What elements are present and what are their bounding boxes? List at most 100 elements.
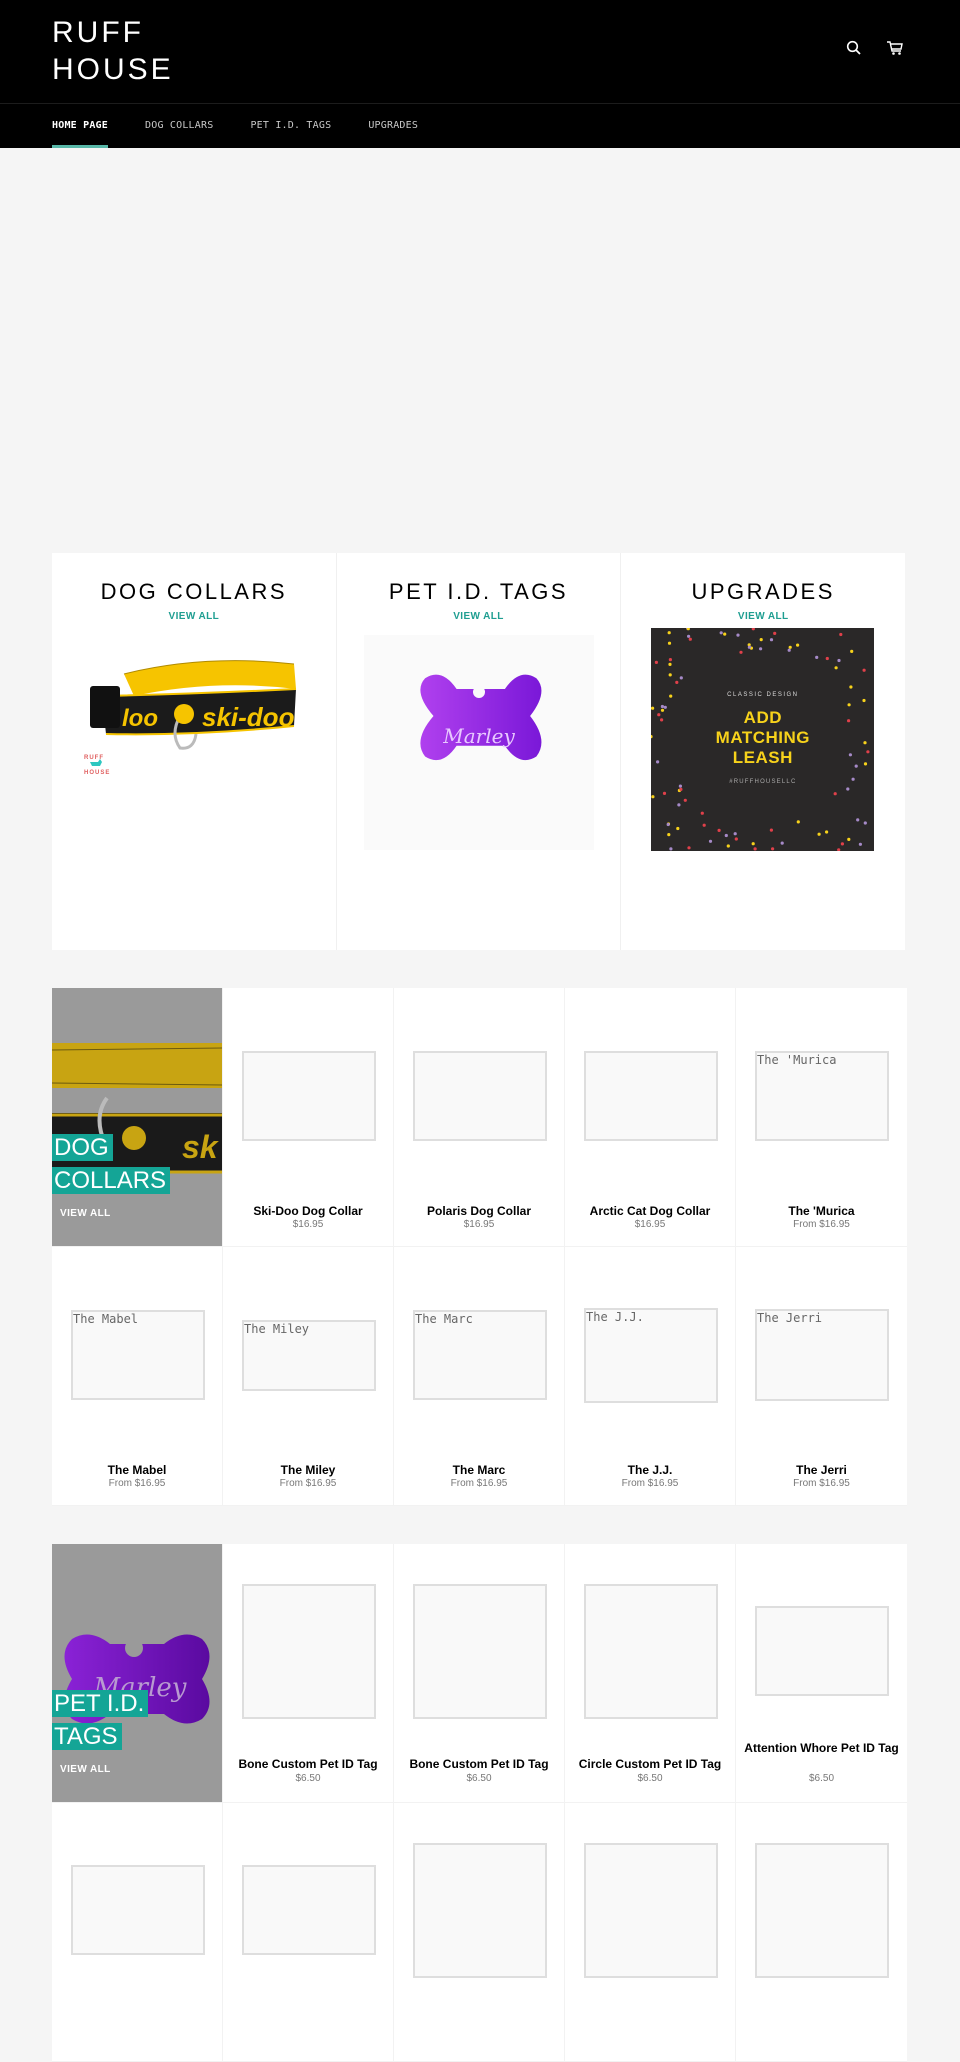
product-image-placeholder: The Marc: [413, 1310, 547, 1400]
product-price: $6.50: [466, 1773, 492, 1784]
product-card[interactable]: [52, 1803, 223, 2062]
confetti-dot: [687, 846, 691, 850]
nav-item-dog-collars[interactable]: DOG COLLARS: [145, 104, 213, 148]
confetti-dot: [709, 839, 713, 843]
featured-card-dog-collars[interactable]: DOG COLLARS VIEW ALL ski-doo loo RUFF HO…: [52, 553, 337, 950]
nav-item-home-page[interactable]: HOME PAGE: [52, 104, 108, 148]
product-card[interactable]: The 'Murica The 'Murica From $16.95: [736, 988, 907, 1247]
product-card[interactable]: [223, 1803, 394, 2062]
image-hashtag: #RUFFHOUSELLC: [729, 779, 797, 785]
confetti-dot: [668, 662, 672, 666]
confetti-dot: [759, 647, 763, 651]
product-card[interactable]: Attention Whore Pet ID Tag $6.50: [736, 1544, 907, 1803]
product-card[interactable]: Polaris Dog Collar $16.95: [394, 988, 565, 1247]
store-logo[interactable]: RUFF HOUSE: [52, 14, 212, 88]
collar-image[interactable]: ski-doo loo RUFF HOUSE: [84, 634, 306, 777]
collection-hero-title: PET I.D. TAGS: [52, 1687, 149, 1753]
confetti-dot: [751, 842, 756, 846]
product-card[interactable]: [394, 1803, 565, 2062]
confetti-dot: [725, 833, 729, 838]
confetti-dot: [833, 792, 838, 796]
collection-hero-pet-id-tags[interactable]: Marley PET I.D. TAGS VIEW ALL: [52, 1544, 223, 1803]
product-card[interactable]: Ski-Doo Dog Collar $16.95: [223, 988, 394, 1247]
view-all-link[interactable]: VIEW ALL: [52, 611, 336, 622]
product-image-placeholder: [242, 1051, 376, 1141]
product-price: $6.50: [637, 1773, 663, 1784]
nav-item-upgrades[interactable]: UPGRADES: [368, 104, 418, 148]
product-card[interactable]: The Marc The Marc From $16.95: [394, 1247, 565, 1506]
confetti-dot: [680, 676, 684, 680]
product-image-placeholder: [413, 1843, 547, 1978]
product-image-placeholder: [242, 1584, 376, 1719]
product-card[interactable]: Bone Custom Pet ID Tag $6.50: [394, 1544, 565, 1803]
product-image-placeholder: [584, 1051, 718, 1141]
confetti-dot: [651, 795, 655, 799]
confetti-dot: [850, 649, 854, 653]
confetti-dot: [862, 668, 867, 672]
confetti-dot: [862, 698, 866, 703]
product-title: Ski-Doo Dog Collar: [253, 1204, 363, 1218]
view-all-link[interactable]: VIEW ALL: [337, 611, 621, 622]
confetti-dot: [815, 655, 819, 659]
confetti-dot: [739, 650, 743, 654]
product-card[interactable]: The Jerri The Jerri From $16.95: [736, 1247, 907, 1506]
product-card[interactable]: The J.J. The J.J. From $16.95: [565, 1247, 736, 1506]
product-title: Polaris Dog Collar: [426, 1204, 532, 1218]
product-title: Bone Custom Pet ID Tag: [409, 1757, 549, 1771]
confetti-dot: [759, 638, 764, 642]
product-card[interactable]: The Mabel The Mabel From $16.95: [52, 1247, 223, 1506]
product-image-placeholder: [584, 1843, 718, 1978]
product-card[interactable]: The Miley The Miley From $16.95: [223, 1247, 394, 1506]
view-all-link[interactable]: VIEW ALL: [60, 1208, 111, 1219]
confetti-dot: [701, 811, 705, 815]
view-all-link[interactable]: VIEW ALL: [621, 611, 905, 622]
confetti-dot: [667, 833, 671, 837]
product-price: From $16.95: [279, 1478, 337, 1489]
confetti-dot: [825, 830, 829, 834]
image-kicker: CLASSIC DESIGN: [727, 692, 799, 698]
featured-card-pet-id-tags[interactable]: PET I.D. TAGS VIEW ALL Marley: [337, 553, 622, 950]
nav-item-pet-id-tags[interactable]: PET I.D. TAGS: [250, 104, 331, 148]
product-card[interactable]: Circle Custom Pet ID Tag $6.50: [565, 1544, 736, 1803]
product-title: The Jerri: [796, 1463, 847, 1477]
product-image-placeholder: [755, 1843, 889, 1978]
product-card[interactable]: Arctic Cat Dog Collar $16.95: [565, 988, 736, 1247]
confetti-dot: [669, 847, 673, 851]
confetti-dot: [859, 842, 863, 846]
logo-line-2: HOUSE: [52, 53, 174, 86]
product-image-placeholder: The 'Murica: [755, 1051, 889, 1141]
confetti-dot: [733, 832, 738, 836]
confetti-dot: [735, 837, 739, 841]
featured-card-upgrades[interactable]: UPGRADES VIEW ALL CLASSIC DESIGN ADD MATC…: [621, 553, 905, 950]
confetti-dot: [655, 660, 659, 664]
confetti-dot: [796, 643, 800, 647]
confetti-dot: [770, 828, 774, 832]
confetti-dot: [669, 658, 673, 662]
site-header: RUFF HOUSE: [0, 0, 960, 104]
cart-icon[interactable]: [886, 40, 904, 58]
product-title: Circle Custom Pet ID Tag: [578, 1757, 722, 1771]
confetti-dot: [689, 637, 693, 641]
confetti-dot: [780, 841, 785, 845]
product-image-placeholder: [584, 1584, 718, 1719]
search-icon[interactable]: [846, 40, 864, 58]
confetti-dot: [677, 803, 681, 807]
confetti-dot: [847, 837, 851, 841]
pet-tag-image[interactable]: Marley: [363, 635, 594, 850]
product-card[interactable]: Bone Custom Pet ID Tag $6.50: [223, 1544, 394, 1803]
collection-hero-dog-collars[interactable]: sk DOG COLLARS VIEW ALL: [52, 988, 223, 1247]
confetti-dot: [849, 685, 853, 689]
confetti-dot: [666, 822, 671, 827]
confetti-dot: [773, 631, 777, 635]
matching-leash-image[interactable]: CLASSIC DESIGN ADD MATCHING LEASH #RUFFHOU…: [651, 628, 875, 851]
confetti-dot: [723, 632, 727, 636]
confetti-dot: [676, 826, 680, 831]
product-card[interactable]: [736, 1803, 907, 2062]
product-image-placeholder: The Miley: [242, 1320, 376, 1391]
view-all-link[interactable]: VIEW ALL: [60, 1764, 111, 1775]
confetti-dot: [839, 632, 843, 637]
pet-id-tags-grid: Marley PET I.D. TAGS VIEW ALL Bone Custom…: [52, 1544, 907, 2062]
product-image-placeholder: [413, 1051, 547, 1141]
confetti-dot: [675, 680, 679, 684]
product-card[interactable]: [565, 1803, 736, 2062]
